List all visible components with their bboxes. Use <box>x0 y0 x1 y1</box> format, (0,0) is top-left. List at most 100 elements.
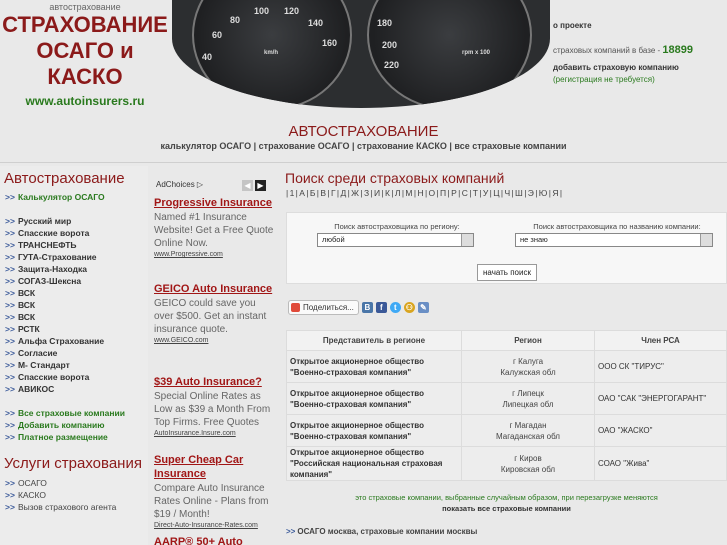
show-all-link[interactable]: показать все страховые компании <box>286 503 727 514</box>
arrow-icon: >> <box>5 252 15 262</box>
cell-member[interactable]: ООО СК "ТИРУС" <box>594 350 727 383</box>
table-row[interactable]: Открытое акционерное общество "Военно-ст… <box>286 414 727 447</box>
ad-item[interactable]: $39 Auto Insurance? Special Online Rates… <box>154 375 276 437</box>
share-button[interactable]: Поделиться... <box>288 300 359 315</box>
sidebar-company[interactable]: >> Альфа Страхование <box>5 335 148 347</box>
ad-title[interactable]: Super Cheap Car Insurance <box>154 453 276 481</box>
ad-url[interactable]: www.Progressive.com <box>154 251 276 258</box>
arrow-icon: >> <box>5 478 15 488</box>
ad-url[interactable]: AutoInsurance.Insure.com <box>154 430 276 437</box>
search-button[interactable]: начать поиск <box>477 264 537 281</box>
cell-rep[interactable]: Открытое акционерное общество "Военно-ст… <box>286 414 462 447</box>
cell-member[interactable]: ОАО "САК "ЭНЕРГОГАРАНТ" <box>594 382 727 415</box>
header-title-line1: СТРАХОВАНИЕ <box>2 12 168 37</box>
ad-url[interactable]: www.GEICO.com <box>154 337 276 344</box>
ad-desc: Special Online Rates as Low as $39 a Mon… <box>154 391 271 428</box>
table-header-row: Представитель в регионе Регион Член РСА <box>286 330 727 351</box>
sidebar-company[interactable]: >> Спасские ворота <box>5 371 148 383</box>
sidebar-nav: >> Калькулятор ОСАГО >> Русский мир >> Спас… <box>0 191 148 443</box>
twitter-icon[interactable]: t <box>389 302 401 313</box>
dropdown-icon <box>700 234 712 246</box>
arrow-icon: >> <box>5 384 15 394</box>
col-region: Регион <box>461 330 595 351</box>
sidebar-company[interactable]: >> ВСК <box>5 299 148 311</box>
ad-item[interactable]: Progressive Insurance Named #1 Insurance… <box>154 196 276 258</box>
service-agent[interactable]: >> Вызов страхового агента <box>5 501 148 513</box>
ad-title[interactable]: Progressive Insurance <box>154 196 276 210</box>
facebook-icon[interactable]: f <box>375 302 387 313</box>
sidebar-add-company[interactable]: >> Добавить компанию <box>5 419 148 431</box>
random-note: это страховые компании, выбранные случай… <box>286 492 727 514</box>
sidebar-all-companies[interactable]: >> Все страховые компании <box>5 407 148 419</box>
name-select[interactable]: не знаю <box>515 233 713 247</box>
table-row[interactable]: Открытое акционерное общество "Российска… <box>286 446 727 481</box>
sidebar-company[interactable]: >> ГУТА-Страхование <box>5 251 148 263</box>
sidebar-company[interactable]: >> Спасские ворота <box>5 227 148 239</box>
ad-item[interactable]: AARP® 50+ Auto <box>154 535 276 545</box>
arrow-icon: >> <box>286 527 296 536</box>
cell-member[interactable]: СОАО "Жива" <box>594 446 727 481</box>
arrow-icon: >> <box>5 490 15 500</box>
ad-item[interactable]: Super Cheap Car Insurance Compare Auto I… <box>154 453 276 529</box>
section-title: АВТОСТРАХОВАНИЕ <box>288 123 439 140</box>
about-link[interactable]: о проекте <box>553 20 727 32</box>
sidebar-company[interactable]: >> АВИКОС <box>5 383 148 395</box>
name-label: Поиск автостраховщика по названию компан… <box>533 222 701 231</box>
table-row[interactable]: Открытое акционерное общество "Военно-ст… <box>286 350 727 383</box>
cell-rep[interactable]: Открытое акционерное общество "Российска… <box>286 446 462 481</box>
sidebar-item-calc[interactable]: >> Калькулятор ОСАГО <box>5 191 148 203</box>
ad-url[interactable]: Direct-Auto-Insurance-Rates.com <box>154 522 276 529</box>
gauge-number: 180 <box>377 18 393 28</box>
cell-rep[interactable]: Открытое акционерное общество "Военно-ст… <box>286 350 462 383</box>
cell-region: г Калуга Калужская обл <box>461 350 595 383</box>
header-title-line2: ОСАГО и КАСКО <box>36 38 134 89</box>
sidebar-company[interactable]: >> ТРАНСНЕФТЬ <box>5 239 148 251</box>
ad-desc: GEICO could save you over $500. Get an i… <box>154 298 267 335</box>
footer-link[interactable]: >> ОСАГО москва, страховые компании москв… <box>286 527 477 536</box>
companies-count: 18899 <box>662 44 694 56</box>
cell-region: г Магадан Магаданская обл <box>461 414 595 447</box>
sidebar-company[interactable]: >> М- Стандарт <box>5 359 148 371</box>
ad-item[interactable]: GEICO Auto Insurance GEICO could save yo… <box>154 282 276 344</box>
sidebar-company[interactable]: >> ВСК <box>5 287 148 299</box>
service-kasko[interactable]: >> КАСКО <box>5 489 148 501</box>
sidebar-company[interactable]: >> ВСК <box>5 311 148 323</box>
add-company-link[interactable]: добавить страховую компанию <box>553 62 727 74</box>
sidebar-company[interactable]: >> Согласие <box>5 347 148 359</box>
header-url[interactable]: www.autoinsurers.ru <box>0 94 170 108</box>
sidebar-company[interactable]: >> СОГАЗ-Шексна <box>5 275 148 287</box>
cell-region: г Киров Кировская обл <box>461 446 595 481</box>
region-label: Поиск автостраховщика по региону: <box>334 222 460 231</box>
sidebar-company[interactable]: >> РСТК <box>5 323 148 335</box>
dropdown-icon <box>461 234 473 246</box>
cell-rep[interactable]: Открытое акционерное общество "Военно-ст… <box>286 382 462 415</box>
next-arrow-icon[interactable]: ▶ <box>255 180 266 191</box>
sidebar-company[interactable]: >> Защита-Находка <box>5 263 148 275</box>
arrow-icon: >> <box>5 264 15 274</box>
alphabet-index[interactable]: | 1 | А | Б | В | Г | Д | Ж | З | И | К … <box>283 186 727 200</box>
prev-arrow-icon[interactable]: ◀ <box>242 180 253 191</box>
arrow-icon: >> <box>5 420 15 430</box>
cell-member[interactable]: ОАО "ЖАСКО" <box>594 414 727 447</box>
adchoices-label[interactable]: AdChoices ▷ <box>156 180 203 189</box>
divider <box>0 162 727 163</box>
section-links[interactable]: калькулятор ОСАГО | страхование ОСАГО | … <box>0 141 727 151</box>
sidebar-company[interactable]: >> Русский мир <box>5 215 148 227</box>
arrow-icon: >> <box>5 240 15 250</box>
region-select[interactable]: любой <box>317 233 474 247</box>
sidebar-paid-placement[interactable]: >> Платное размещение <box>5 431 148 443</box>
table-row[interactable]: Открытое акционерное общество "Военно-ст… <box>286 382 727 415</box>
bookmark-icon[interactable]: ✎ <box>417 302 429 313</box>
ad-title[interactable]: $39 Auto Insurance? <box>154 375 276 389</box>
site-logo-block[interactable]: автострахование СТРАХОВАНИЕ ОСАГО и КАСК… <box>0 0 170 110</box>
service-osago[interactable]: >> ОСАГО <box>5 477 148 489</box>
friends-icon[interactable]: ⚇ <box>403 302 415 313</box>
gauge-number: 40 <box>202 52 213 62</box>
ad-title[interactable]: GEICO Auto Insurance <box>154 282 276 296</box>
header-info: о проекте страховых компаний в базе - 18… <box>553 20 727 86</box>
vk-icon[interactable]: В <box>361 302 373 313</box>
arrow-icon: >> <box>5 502 15 512</box>
ad-title[interactable]: AARP® 50+ Auto <box>154 535 276 545</box>
main-content: Поиск среди страховых компаний | 1 | А |… <box>283 166 727 545</box>
tachometer-gauge <box>367 0 532 108</box>
